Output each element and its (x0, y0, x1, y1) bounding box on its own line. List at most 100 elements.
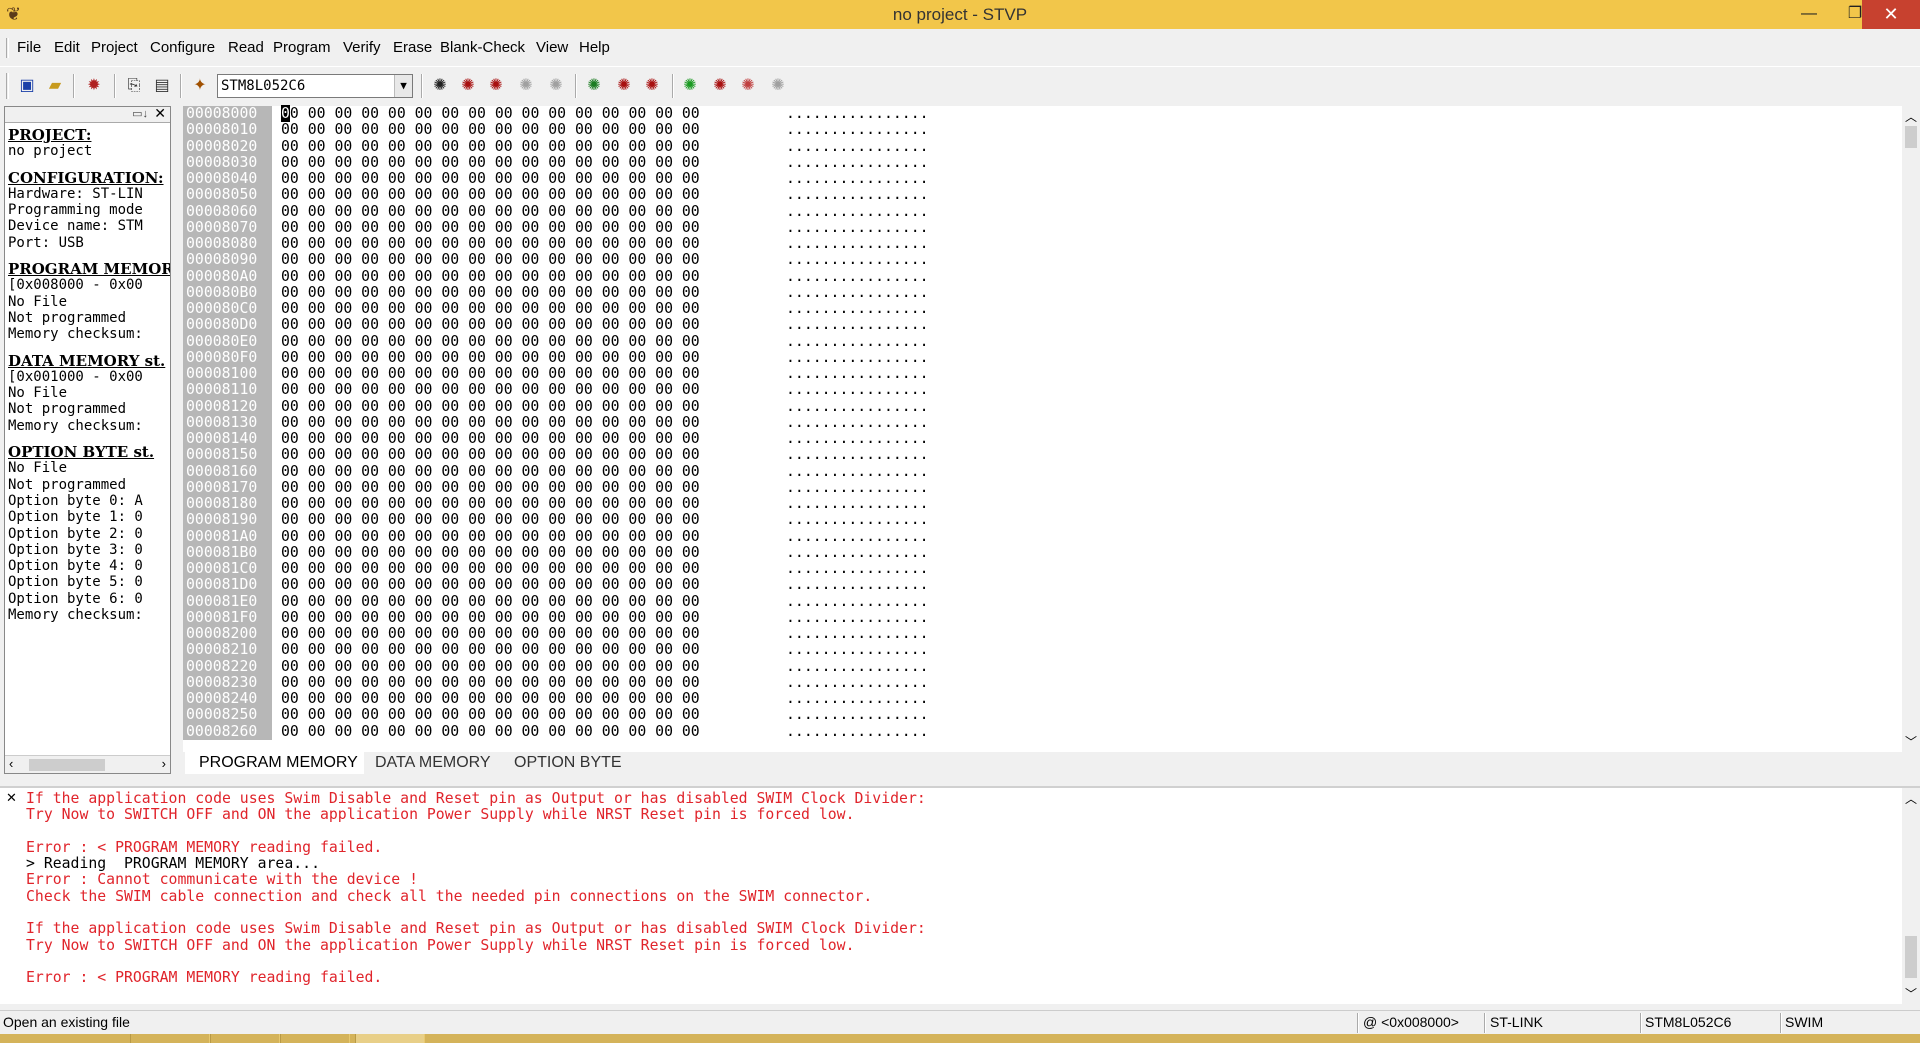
hex-bytes[interactable]: 00 00 00 00 00 00 00 00 00 00 00 00 00 0… (272, 674, 786, 691)
device-select[interactable]: STM8L052C6 ▼ (217, 74, 413, 98)
hex-row[interactable]: 000081E0 00 00 00 00 00 00 00 00 00 00 00… (183, 593, 929, 610)
hex-row[interactable]: 00008090 00 00 00 00 00 00 00 00 00 00 00… (183, 251, 929, 269)
hex-row[interactable]: 00008140 00 00 00 00 00 00 00 00 00 00 00… (183, 430, 929, 448)
scroll-thumb[interactable] (1905, 936, 1917, 978)
read-disabled-2-icon[interactable]: ✺ (544, 75, 568, 97)
hex-bytes[interactable]: 00 00 00 00 00 00 00 00 00 00 00 00 00 0… (272, 723, 786, 740)
hex-bytes[interactable]: 00 00 00 00 00 00 00 00 00 00 00 00 00 0… (272, 576, 786, 593)
hex-bytes[interactable]: 00 00 00 00 00 00 00 00 00 00 00 00 00 0… (272, 658, 786, 675)
hex-row[interactable]: 00008110 00 00 00 00 00 00 00 00 00 00 00… (183, 381, 929, 399)
hex-row[interactable]: 000081A0 00 00 00 00 00 00 00 00 00 00 00… (183, 528, 929, 545)
edit-cursor[interactable]: 0 (281, 105, 290, 122)
hex-bytes[interactable]: 00 00 00 00 00 00 00 00 00 00 00 00 00 0… (272, 479, 786, 496)
hex-bytes[interactable]: 00 00 00 00 00 00 00 00 00 00 00 00 00 0… (272, 593, 786, 610)
close-button[interactable]: ✕ (1862, 0, 1920, 29)
hex-row[interactable]: 000081D0 00 00 00 00 00 00 00 00 00 00 00… (183, 576, 929, 594)
program-current-icon[interactable]: ✺ (640, 75, 664, 97)
menu-verify[interactable]: Verify (343, 39, 381, 56)
verify-icon[interactable]: ✺ (678, 75, 702, 97)
hex-row[interactable]: 00008250 00 00 00 00 00 00 00 00 00 00 00… (183, 706, 929, 724)
hex-bytes[interactable]: 00 00 00 00 00 00 00 00 00 00 00 00 00 0… (272, 641, 786, 658)
hex-bytes[interactable]: 00 00 00 00 00 00 00 00 00 00 00 00 00 0… (272, 365, 786, 382)
log-output-pane[interactable]: ✕ If the application code uses Swim Disa… (0, 786, 1920, 1004)
read-current-icon[interactable]: ✺ (484, 75, 508, 97)
hex-bytes[interactable]: 00 00 00 00 00 00 00 00 00 00 00 00 00 0… (272, 268, 786, 285)
device-icon[interactable]: ✦ (188, 75, 212, 97)
verify-all-icon[interactable]: ✺ (708, 75, 732, 97)
menu-project[interactable]: Project (91, 39, 138, 56)
minimize-button[interactable]: — (1786, 0, 1832, 29)
pin-icon[interactable]: ▭↓ (132, 107, 148, 120)
hex-bytes[interactable]: 00 00 00 00 00 00 00 00 00 00 00 00 00 0… (272, 609, 786, 626)
hex-row[interactable]: 00008070 00 00 00 00 00 00 00 00 00 00 00… (183, 219, 929, 236)
hex-row[interactable]: 000081C0 00 00 00 00 00 00 00 00 00 00 00… (183, 560, 929, 578)
hex-row[interactable]: 00008040 00 00 00 00 00 00 00 00 00 00 00… (183, 170, 929, 188)
hex-bytes[interactable]: 00 00 00 00 00 00 00 00 00 00 00 00 00 0… (272, 284, 786, 301)
hex-bytes[interactable]: 00 00 00 00 00 00 00 00 00 00 00 00 00 0… (272, 186, 786, 203)
hex-row[interactable]: 00008100 00 00 00 00 00 00 00 00 00 00 00… (183, 365, 929, 383)
tab-option-byte[interactable]: OPTION BYTE (508, 752, 628, 774)
hex-bytes[interactable]: 00 00 00 00 00 00 00 00 00 00 00 00 00 0… (272, 528, 786, 545)
hex-row[interactable]: 00008160 00 00 00 00 00 00 00 00 00 00 00… (183, 463, 929, 480)
program-icon[interactable]: ✺ (582, 75, 606, 97)
hex-row[interactable]: 00008060 00 00 00 00 00 00 00 00 00 00 00… (183, 203, 929, 220)
hex-bytes[interactable]: 00 00 00 00 00 00 00 00 00 00 00 00 00 0… (272, 121, 786, 138)
hex-row[interactable]: 00008230 00 00 00 00 00 00 00 00 00 00 00… (183, 674, 929, 691)
hex-bytes[interactable]: 00 00 00 00 00 00 00 00 00 00 00 00 00 0… (272, 544, 786, 561)
menu-read[interactable]: Read (228, 39, 264, 56)
hex-bytes[interactable]: 00 00 00 00 00 00 00 00 00 00 00 00 00 0… (272, 511, 786, 528)
read-icon[interactable]: ✺ (428, 75, 452, 97)
hex-bytes[interactable]: 00 00 00 00 00 00 00 00 00 00 00 00 00 0… (272, 414, 786, 431)
scroll-right-icon[interactable]: › (162, 756, 166, 771)
hex-bytes[interactable]: 00 00 00 00 00 00 00 00 00 00 00 00 00 0… (272, 398, 786, 415)
hex-bytes[interactable]: 00 00 00 00 00 00 00 00 00 00 00 00 00 0… (272, 495, 786, 512)
hex-row[interactable]: 00008120 00 00 00 00 00 00 00 00 00 00 00… (183, 398, 929, 415)
menu-erase[interactable]: Erase (393, 39, 432, 56)
menu-program[interactable]: Program (273, 39, 331, 56)
hex-row[interactable]: 00008020 00 00 00 00 00 00 00 00 00 00 00… (183, 138, 929, 155)
hex-bytes[interactable]: 00 00 00 00 00 00 00 00 00 00 00 00 00 0… (272, 300, 786, 317)
hex-bytes[interactable]: 00 00 00 00 00 00 00 00 00 00 00 00 00 0… (272, 203, 786, 220)
hex-row[interactable]: 00008130 00 00 00 00 00 00 00 00 00 00 00… (183, 414, 929, 431)
hex-row[interactable]: 00008210 00 00 00 00 00 00 00 00 00 00 00… (183, 641, 929, 659)
hex-row[interactable]: 00008000 00 00 00 00 00 00 00 00 00 00 00… (183, 105, 929, 123)
hex-row[interactable]: 00008190 00 00 00 00 00 00 00 00 00 00 00… (183, 511, 929, 529)
hex-row[interactable]: 000081B0 00 00 00 00 00 00 00 00 00 00 00… (183, 544, 929, 561)
hex-row[interactable]: 00008200 00 00 00 00 00 00 00 00 00 00 00… (183, 625, 929, 643)
hex-bytes[interactable]: 00 00 00 00 00 00 00 00 00 00 00 00 00 0… (272, 463, 786, 480)
hex-bytes[interactable]: 00 00 00 00 00 00 00 00 00 00 00 00 00 0… (272, 251, 786, 268)
paste-icon[interactable]: ▤ (150, 75, 174, 97)
hex-row[interactable]: 000081F0 00 00 00 00 00 00 00 00 00 00 00… (183, 609, 929, 626)
hex-bytes[interactable]: 00 00 00 00 00 00 00 00 00 00 00 00 00 0… (272, 690, 786, 707)
tab-data-memory[interactable]: DATA MEMORY (369, 752, 497, 774)
hex-bytes[interactable]: 00 00 00 00 00 00 00 00 00 00 00 00 00 0… (272, 316, 786, 333)
hex-row[interactable]: 00008260 00 00 00 00 00 00 00 00 00 00 00… (183, 723, 929, 740)
open-icon[interactable]: ▰ (43, 75, 67, 97)
erase-icon[interactable]: ✺ (736, 75, 760, 97)
hex-bytes[interactable]: 00 00 00 00 00 00 00 00 00 00 00 00 00 0… (272, 235, 786, 252)
panel-horizontal-scrollbar[interactable]: ‹ › (5, 755, 170, 773)
erase-all-icon[interactable]: ✺ (766, 75, 790, 97)
hex-rows[interactable]: 00008000 00 00 00 00 00 00 00 00 00 00 00… (183, 105, 929, 740)
hex-bytes[interactable]: 00 00 00 00 00 00 00 00 00 00 00 00 00 0… (272, 446, 786, 463)
menu-grip[interactable] (6, 38, 9, 58)
menu-view[interactable]: View (536, 39, 568, 56)
hex-bytes[interactable]: 00 00 00 00 00 00 00 00 00 00 00 00 00 0… (272, 560, 786, 577)
hex-bytes[interactable]: 00 00 00 00 00 00 00 00 00 00 00 00 00 0… (272, 625, 786, 642)
taskbar-button[interactable] (280, 1034, 350, 1043)
read-all-icon[interactable]: ✺ (456, 75, 480, 97)
memory-hex-view[interactable]: 00008000 00 00 00 00 00 00 00 00 00 00 00… (183, 105, 1920, 752)
log-close-icon[interactable]: ✕ (6, 790, 17, 806)
scroll-up-icon[interactable]: ︿ (1902, 108, 1920, 125)
scroll-left-icon[interactable]: ‹ (9, 756, 13, 771)
tab-program-memory[interactable]: PROGRAM MEMORY (185, 752, 364, 774)
hex-row[interactable]: 00008180 00 00 00 00 00 00 00 00 00 00 00… (183, 495, 929, 513)
hex-row[interactable]: 000080A0 00 00 00 00 00 00 00 00 00 00 00… (183, 268, 929, 285)
hex-row[interactable]: 000080E0 00 00 00 00 00 00 00 00 00 00 00… (183, 333, 929, 350)
scroll-thumb[interactable] (29, 759, 105, 771)
hex-row[interactable]: 000080C0 00 00 00 00 00 00 00 00 00 00 00… (183, 300, 929, 318)
hex-row[interactable]: 000080D0 00 00 00 00 00 00 00 00 00 00 00… (183, 316, 929, 334)
hex-bytes[interactable]: 00 00 00 00 00 00 00 00 00 00 00 00 00 0… (272, 105, 786, 122)
scroll-thumb[interactable] (1905, 126, 1917, 148)
menu-edit[interactable]: Edit (54, 39, 80, 56)
